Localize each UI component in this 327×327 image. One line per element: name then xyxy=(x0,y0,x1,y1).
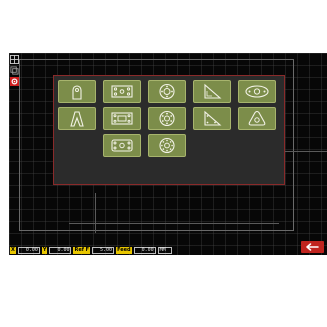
flange-circle-shape[interactable] xyxy=(148,80,186,103)
rounded-triangle-shape[interactable] xyxy=(238,107,276,130)
flange-circle-shape-icon xyxy=(159,83,175,100)
arrow-left-icon xyxy=(306,243,319,251)
rounded-rectangle-holes-shape[interactable] xyxy=(103,134,141,157)
rounded-triangle-shape-icon xyxy=(248,110,266,126)
a-frame-shape[interactable] xyxy=(58,107,96,130)
guide-line xyxy=(95,193,96,233)
status-bar: X 0.00 Y 0.00 Ref F 5.00 Feed 0.00 MM xyxy=(10,246,172,254)
back-button[interactable] xyxy=(301,241,324,253)
ref-value: 5.00 xyxy=(92,246,115,254)
right-triangle-shape[interactable] xyxy=(193,80,231,103)
oval-flange-shape-icon xyxy=(245,85,269,98)
triangle-holes-shape[interactable] xyxy=(193,107,231,130)
rectangle-six-holes-shape-icon xyxy=(111,112,133,125)
grid-icon[interactable] xyxy=(10,55,19,64)
rectangle-four-holes-shape[interactable] xyxy=(103,80,141,103)
circle-six-holes-shape-icon xyxy=(159,110,175,127)
oval-flange-shape[interactable] xyxy=(238,80,276,103)
feed-label: Feed xyxy=(116,246,132,254)
x-label: X xyxy=(10,246,16,254)
rectangle-four-holes-shape-icon xyxy=(111,85,133,98)
right-triangle-shape-icon xyxy=(204,83,222,99)
guide-line xyxy=(69,223,279,224)
triangle-holes-shape-icon xyxy=(204,110,222,126)
y-label: Y xyxy=(41,246,48,254)
settings-icon[interactable] xyxy=(10,77,19,86)
cad-workspace[interactable]: X 0.00 Y 0.00 Ref F 5.00 Feed 0.00 MM xyxy=(9,53,327,255)
circle-eight-holes-shape-icon xyxy=(159,137,175,154)
circle-six-holes-shape[interactable] xyxy=(148,107,186,130)
shape-library-panel xyxy=(53,75,285,185)
unit-value: MM xyxy=(157,246,172,254)
arched-tab-shape-icon xyxy=(72,85,82,100)
y-value: 0.00 xyxy=(49,246,72,254)
circle-eight-holes-shape[interactable] xyxy=(148,134,186,157)
arched-tab-shape[interactable] xyxy=(58,80,96,103)
layers-icon[interactable] xyxy=(10,66,19,75)
a-frame-shape-icon xyxy=(70,111,84,127)
rounded-rectangle-holes-shape-icon xyxy=(111,139,133,152)
ref-label: Ref F xyxy=(73,246,91,254)
rectangle-six-holes-shape[interactable] xyxy=(103,107,141,130)
feed-value: 0.00 xyxy=(133,246,156,254)
side-toolbar xyxy=(10,55,19,88)
x-value: 0.00 xyxy=(17,246,40,254)
